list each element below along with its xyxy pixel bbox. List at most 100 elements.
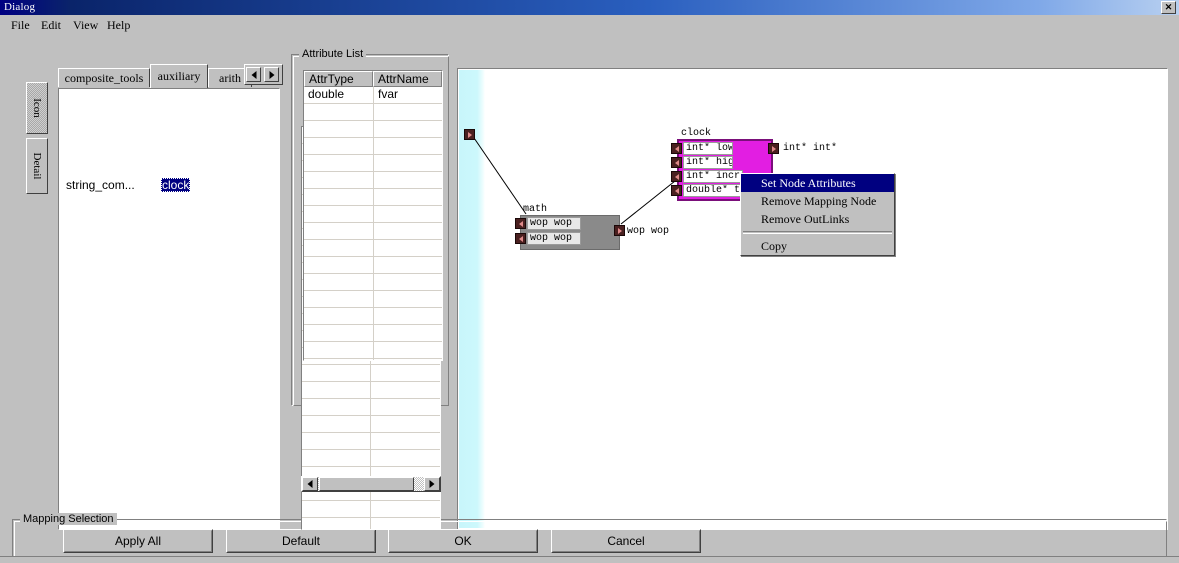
table-cell — [374, 138, 442, 154]
table-cell — [374, 172, 442, 188]
hscroll-right-button[interactable] — [424, 477, 440, 491]
table-row[interactable] — [304, 342, 442, 359]
table-cell — [374, 359, 442, 360]
table-cell — [304, 206, 374, 222]
tab-scroll-left-button[interactable] — [246, 67, 261, 82]
table-row[interactable] — [304, 223, 442, 240]
table-cell — [371, 450, 440, 466]
close-button[interactable]: ✕ — [1161, 1, 1176, 14]
table-row[interactable] — [302, 416, 440, 433]
graph-canvas[interactable]: math wop wop wop wop wop wop clock int* … — [457, 68, 1168, 530]
tab-auxiliary[interactable]: auxiliary — [150, 64, 208, 88]
side-tab-icon[interactable]: Icon — [26, 82, 48, 134]
port-arrow-icon — [518, 235, 523, 242]
chevron-left-icon — [251, 70, 256, 79]
column-header-attrtype[interactable]: AttrType — [304, 71, 373, 87]
context-menu-item-copy[interactable]: Copy — [741, 237, 894, 255]
window-title: Dialog — [4, 1, 36, 13]
context-menu-item-set-node-attributes[interactable]: Set Node Attributes — [741, 174, 894, 192]
table-row[interactable] — [302, 399, 440, 416]
node-clock-label: clock — [681, 128, 712, 139]
table-cell — [304, 104, 374, 120]
tab-composite-tools[interactable]: composite_tools — [58, 68, 150, 87]
default-button-label: Default — [227, 530, 375, 552]
attribute-list-title: Attribute List — [299, 48, 367, 60]
table-row[interactable] — [304, 257, 442, 274]
attribute-table-header: AttrType AttrName — [304, 71, 442, 87]
table-row[interactable] — [304, 155, 442, 172]
apply-all-button[interactable]: Apply All — [63, 529, 213, 553]
table-cell — [302, 433, 371, 449]
table-row[interactable] — [304, 104, 442, 121]
palette-item-clock[interactable]: clock — [161, 178, 191, 192]
table-cell-attrname: fvar — [378, 87, 399, 101]
node-clock-input-port-3[interactable] — [671, 185, 682, 196]
menu-help[interactable]: Help — [102, 18, 135, 33]
port-output[interactable] — [464, 129, 475, 140]
table-cell — [304, 257, 374, 273]
node-math-input-port-1[interactable] — [515, 233, 526, 244]
table-row[interactable] — [304, 291, 442, 308]
context-menu: Set Node Attributes Remove Mapping Node … — [740, 173, 895, 256]
table-cell — [374, 189, 442, 205]
table-row[interactable] — [304, 308, 442, 325]
node-clock-input-port-1[interactable] — [671, 157, 682, 168]
table-row[interactable] — [304, 121, 442, 138]
attribute-list-hscrollbar[interactable] — [301, 476, 441, 492]
table-row[interactable] — [304, 172, 442, 189]
table-cell — [371, 416, 440, 432]
table-cell — [304, 121, 374, 137]
table-row[interactable] — [304, 325, 442, 342]
table-row[interactable] — [302, 518, 440, 529]
table-row[interactable] — [302, 365, 440, 382]
context-menu-item-remove-outlinks[interactable]: Remove OutLinks — [741, 210, 894, 228]
context-menu-separator — [743, 231, 892, 234]
menu-view[interactable]: View — [68, 18, 103, 33]
table-row[interactable] — [304, 189, 442, 206]
table-row[interactable] — [302, 501, 440, 518]
client-area: Icon Detail composite_tools auxiliary ar… — [0, 36, 1179, 563]
node-math-input-port-0[interactable] — [515, 218, 526, 229]
table-row[interactable] — [304, 240, 442, 257]
table-cell — [371, 365, 440, 381]
node-math-input-label-0: wop wop — [527, 217, 581, 230]
table-cell — [302, 365, 371, 381]
mapping-selection-title: Mapping Selection — [20, 513, 117, 525]
dialog-window: Dialog ✕ File Edit View Help Icon Detail… — [0, 0, 1179, 563]
menu-edit[interactable]: Edit — [36, 18, 66, 33]
default-button[interactable]: Default — [226, 529, 376, 553]
table-row[interactable] — [302, 450, 440, 467]
table-row[interactable] — [304, 274, 442, 291]
table-cell — [304, 274, 374, 290]
node-clock-output-port-0[interactable] — [768, 143, 779, 154]
canvas-source-port[interactable] — [464, 129, 476, 141]
node-math[interactable]: math wop wop wop wop wop wop — [515, 204, 669, 250]
hscrollbar-thumb[interactable] — [319, 477, 414, 491]
tab-scroll-right-button[interactable] — [264, 67, 279, 82]
menu-file[interactable]: File — [6, 18, 35, 33]
port-arrow-icon — [674, 173, 679, 180]
hscroll-left-button[interactable] — [302, 477, 318, 491]
column-header-attrname[interactable]: AttrName — [373, 71, 442, 87]
context-menu-item-remove-mapping-node[interactable]: Remove Mapping Node — [741, 192, 894, 210]
table-cell — [374, 155, 442, 171]
side-tab-detail[interactable]: Detail — [26, 138, 48, 194]
icon-palette-panel[interactable]: string_com... clock — [58, 88, 280, 530]
palette-item-string-com[interactable]: string_com... — [66, 178, 135, 192]
table-row[interactable] — [302, 382, 440, 399]
table-row[interactable] — [302, 433, 440, 450]
table-row[interactable] — [304, 359, 442, 360]
node-math-output-port-0[interactable] — [614, 225, 625, 236]
table-cell — [304, 342, 374, 358]
port-arrow-icon — [674, 187, 679, 194]
cancel-button[interactable]: Cancel — [551, 529, 701, 553]
attribute-table[interactable]: AttrType AttrName double fvar — [303, 70, 443, 361]
ok-button[interactable]: OK — [388, 529, 538, 553]
table-row[interactable]: double fvar — [304, 87, 442, 104]
table-cell — [304, 325, 374, 341]
node-clock-input-port-0[interactable] — [671, 143, 682, 154]
cancel-button-label: Cancel — [552, 530, 700, 552]
table-row[interactable] — [304, 138, 442, 155]
table-row[interactable] — [304, 206, 442, 223]
node-clock-input-port-2[interactable] — [671, 171, 682, 182]
